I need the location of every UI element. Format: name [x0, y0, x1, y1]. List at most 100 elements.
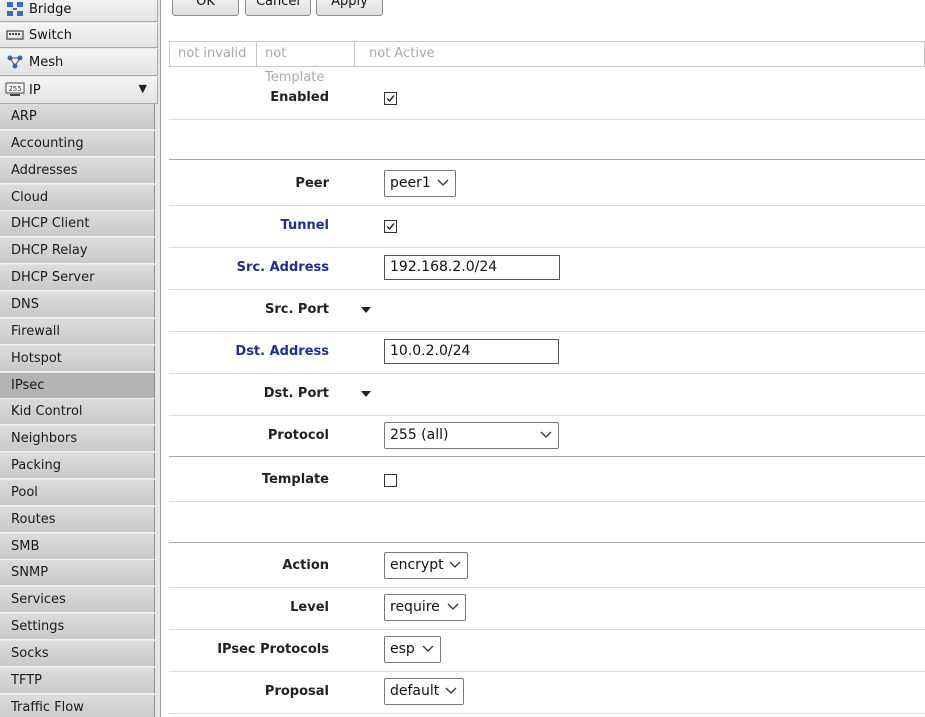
mesh-icon [5, 54, 25, 70]
proposal-label: Proposal [264, 684, 329, 699]
bridge-icon [5, 1, 25, 17]
src-port-label: Src. Port [264, 302, 329, 317]
sidebar-item-kid-control[interactable]: Kid Control [0, 399, 155, 426]
enabled-checkbox[interactable] [384, 92, 397, 105]
proposal-value: default [390, 683, 440, 699]
sidebar-item-snmp[interactable]: SNMP [0, 560, 155, 587]
action-row: Action encrypt [169, 546, 925, 588]
sidebar-item-arp[interactable]: ARP [0, 104, 155, 130]
sidebar-item-ipsec[interactable]: IPsec [0, 372, 155, 399]
template-row: Template [169, 460, 925, 502]
sidebar-item-label: Switch [29, 27, 72, 43]
src-port-row: Src. Port [169, 290, 925, 332]
dst-port-label: Dst. Port [263, 386, 329, 401]
chevron-down-icon [445, 687, 457, 694]
switch-icon [5, 27, 25, 43]
cancel-button[interactable]: Cancel [245, 0, 311, 16]
protocol-label: Protocol [267, 428, 329, 443]
status-template: not Template [257, 42, 355, 85]
sidebar-item-dhcp-server[interactable]: DHCP Server [0, 265, 155, 292]
src-address-input[interactable]: 192.168.2.0/24 [384, 255, 560, 280]
template-checkbox[interactable] [384, 474, 397, 487]
src-address-label: Src. Address [236, 260, 329, 275]
sidebar-item-smb[interactable]: SMB [0, 533, 155, 560]
sidebar-item-dns[interactable]: DNS [0, 291, 155, 318]
sidebar-item-routes[interactable]: Routes [0, 506, 155, 533]
ipsec-protocols-select[interactable]: esp [384, 636, 441, 663]
sidebar-item-bridge[interactable]: Bridge [0, 0, 158, 22]
sidebar-item-hotspot[interactable]: Hotspot [0, 345, 155, 372]
sidebar-menu: Bridge Switch Mesh 255 IP ▼ ARP Accountin… [0, 0, 161, 717]
level-value: require [390, 599, 440, 615]
sidebar-item-cloud[interactable]: Cloud [0, 184, 155, 211]
sidebar-item-label: IP [29, 82, 41, 98]
dst-address-row: Dst. Address 10.0.2.0/24 [169, 332, 925, 374]
level-row: Level require [169, 588, 925, 630]
sidebar-item-tftp[interactable]: TFTP [0, 667, 155, 694]
ipsec-protocols-row: IPsec Protocols esp [169, 630, 925, 672]
section-divider [169, 542, 925, 543]
protocol-value: 255 (all) [390, 427, 449, 443]
spacer-row [169, 120, 925, 159]
dst-port-row: Dst. Port [169, 374, 925, 416]
sidebar-item-firewall[interactable]: Firewall [0, 318, 155, 345]
proposal-select[interactable]: default [384, 678, 464, 705]
enabled-label: Enabled [270, 90, 329, 105]
dst-address-input[interactable]: 10.0.2.0/24 [384, 339, 559, 364]
svg-text:255: 255 [8, 85, 21, 93]
sidebar-item-accounting[interactable]: Accounting [0, 130, 155, 157]
ipsec-protocols-value: esp [390, 641, 415, 657]
sidebar-item-settings[interactable]: Settings [0, 614, 155, 641]
protocol-row: Protocol 255 (all) [169, 416, 925, 457]
sidebar-item-switch[interactable]: Switch [0, 23, 158, 48]
expand-triangle-icon[interactable] [361, 307, 371, 313]
sidebar-item-traffic-flow[interactable]: Traffic Flow [0, 694, 155, 717]
expand-triangle-icon[interactable] [361, 391, 371, 397]
tunnel-row: Tunnel [169, 206, 925, 248]
sidebar-item-addresses[interactable]: Addresses [0, 157, 155, 184]
chevron-down-icon: ▼ [138, 82, 147, 95]
ipsec-protocols-label: IPsec Protocols [217, 642, 329, 657]
sidebar-item-dhcp-client[interactable]: DHCP Client [0, 211, 155, 238]
sidebar-item-label: Bridge [29, 1, 72, 17]
sidebar-item-ip[interactable]: 255 IP ▼ [0, 77, 158, 104]
status-active: not Active [369, 46, 435, 61]
action-label: Action [282, 558, 329, 573]
peer-label: Peer [295, 176, 329, 191]
level-select[interactable]: require [384, 594, 466, 621]
sidebar-item-neighbors[interactable]: Neighbors [0, 426, 155, 453]
peer-row: Peer peer1 [169, 164, 925, 206]
sidebar-item-mesh[interactable]: Mesh [0, 49, 158, 76]
level-label: Level [290, 600, 329, 615]
chevron-down-icon [449, 561, 461, 568]
proposal-row: Proposal default [169, 672, 925, 714]
sidebar-item-pool[interactable]: Pool [0, 479, 155, 506]
apply-button[interactable]: Apply [316, 0, 383, 16]
status-bar: not invalid not Template not Active [169, 41, 925, 85]
sidebar-item-services[interactable]: Services [0, 587, 155, 614]
sidebar-item-label: Mesh [29, 54, 64, 70]
section-divider [169, 159, 925, 160]
sidebar-item-packing[interactable]: Packing [0, 453, 155, 480]
template-label: Template [261, 472, 329, 487]
ok-button[interactable]: OK [172, 0, 239, 16]
chevron-down-icon [540, 431, 552, 438]
chevron-down-icon [422, 645, 434, 652]
ip-icon: 255 [5, 82, 25, 98]
sidebar-item-dhcp-relay[interactable]: DHCP Relay [0, 238, 155, 265]
spacer-row [169, 502, 925, 541]
tunnel-checkbox[interactable] [384, 220, 397, 233]
action-select[interactable]: encrypt [384, 552, 468, 579]
protocol-select[interactable]: 255 (all) [384, 422, 559, 449]
chevron-down-icon [437, 179, 449, 186]
tunnel-label: Tunnel [280, 218, 329, 233]
sidebar-item-socks[interactable]: Socks [0, 641, 155, 667]
chevron-down-icon [447, 603, 459, 610]
peer-value: peer1 [390, 175, 431, 191]
peer-select[interactable]: peer1 [384, 170, 456, 197]
enabled-row: Enabled [169, 78, 925, 120]
ipsec-policy-form: OK Cancel Apply not invalid not Template… [161, 0, 925, 717]
status-invalid: not invalid [170, 42, 257, 66]
src-address-row: Src. Address 192.168.2.0/24 [169, 248, 925, 290]
dst-address-label: Dst. Address [235, 344, 329, 359]
